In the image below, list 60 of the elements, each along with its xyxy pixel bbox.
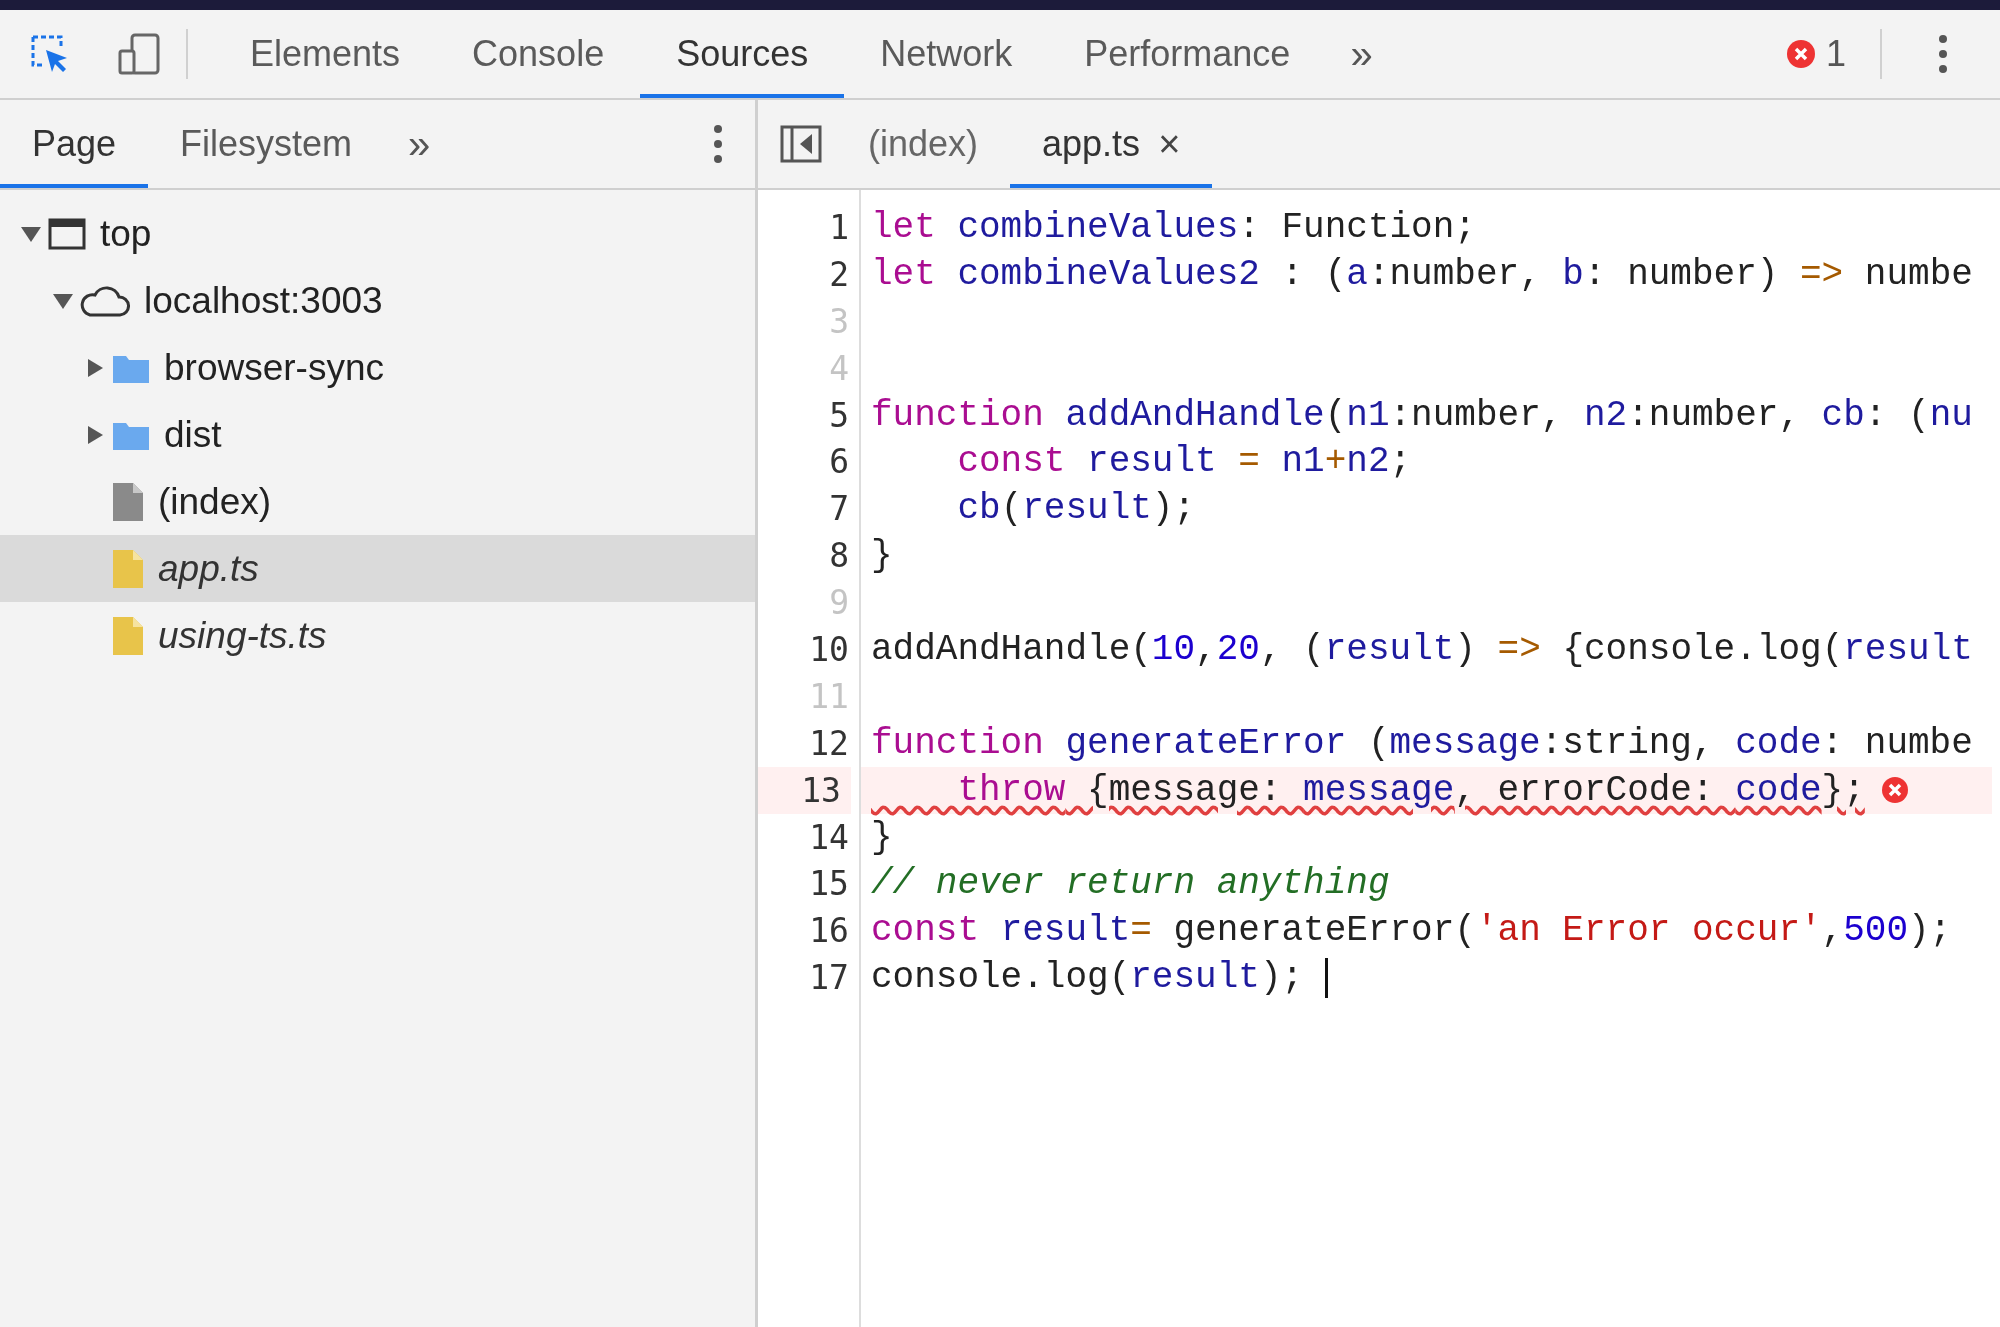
- code-line: let combineValues: Function;: [871, 206, 1476, 248]
- code-line: function generateError (message:string, code: numbe: [871, 722, 1973, 764]
- code-line: }: [871, 816, 893, 858]
- tree-item[interactable]: dist: [164, 413, 222, 456]
- file-icon: [112, 481, 144, 522]
- line-number: 8: [828, 535, 850, 578]
- tree-item[interactable]: app.ts: [158, 547, 259, 590]
- more-options-icon[interactable]: [1938, 34, 1948, 74]
- line-number: 2: [828, 253, 850, 296]
- code-line: cb(result);: [956, 488, 1196, 530]
- more-tabs-button[interactable]: »: [1326, 31, 1397, 77]
- tree-item[interactable]: browser-sync: [164, 346, 384, 389]
- line-number: 17: [808, 957, 850, 1000]
- error-icon: [1880, 776, 1909, 805]
- file-icon: [112, 615, 144, 656]
- close-tab-button[interactable]: ×: [1158, 122, 1181, 166]
- cloud-icon: [80, 284, 130, 317]
- tree-item[interactable]: localhost:3003: [144, 279, 383, 322]
- line-number: 3: [828, 300, 850, 343]
- line-number: 5: [828, 394, 850, 437]
- panel-tab[interactable]: Network: [844, 10, 1049, 98]
- file-tab[interactable]: app.ts ×: [1010, 100, 1213, 188]
- line-number: 4: [828, 347, 850, 390]
- tree-item[interactable]: (index): [158, 480, 272, 523]
- tree-item[interactable]: using-ts.ts: [158, 614, 327, 657]
- line-number: 11: [808, 675, 850, 718]
- device-toolbar-icon[interactable]: [118, 33, 160, 75]
- code-line: // never return anything: [871, 863, 1390, 905]
- more-options-icon[interactable]: [713, 124, 723, 164]
- line-number: 13: [758, 766, 851, 814]
- window-frame-icon: [48, 217, 86, 250]
- tree-item[interactable]: top: [100, 212, 152, 255]
- panel-tab[interactable]: Console: [436, 10, 641, 98]
- code-line: const result = n1+n2;: [956, 441, 1412, 483]
- line-number: 1: [828, 206, 850, 249]
- code-line: function addAndHandle(n1:number, n2:number, cb: (nu: [871, 394, 1973, 436]
- file-icon: [112, 548, 144, 589]
- navigator-tab[interactable]: Filesystem: [148, 100, 385, 188]
- line-number: 7: [828, 488, 850, 531]
- line-number: 12: [808, 722, 850, 765]
- line-number: 6: [828, 441, 850, 484]
- code-line: console.log(result);: [871, 957, 1304, 999]
- code-line: const result= generateError('an Error occur',500);: [871, 910, 1952, 952]
- code-line: }: [871, 535, 893, 577]
- code-line: addAndHandle(10,20, (result) => {console.log(result: [871, 628, 1973, 670]
- panel-tab[interactable]: Elements: [214, 10, 437, 98]
- line-number: 9: [828, 582, 850, 625]
- navigator-tab[interactable]: Page: [0, 100, 149, 188]
- line-number: 14: [808, 816, 850, 859]
- panel-tab[interactable]: Performance: [1048, 10, 1327, 98]
- code-line: throw {message: message, errorCode: code};: [956, 769, 1865, 811]
- line-number: 15: [808, 863, 850, 906]
- file-tab[interactable]: (index): [836, 100, 1011, 188]
- more-tabs-button[interactable]: »: [384, 121, 455, 167]
- error-count[interactable]: 1: [1825, 33, 1846, 75]
- toggle-sidebar-icon[interactable]: [780, 125, 822, 163]
- line-number: 16: [808, 910, 850, 953]
- error-icon: [1785, 39, 1816, 69]
- line-number: 10: [808, 628, 850, 671]
- code-line: let combineValues2 : (a:number, b: number) => numbe: [871, 253, 1973, 295]
